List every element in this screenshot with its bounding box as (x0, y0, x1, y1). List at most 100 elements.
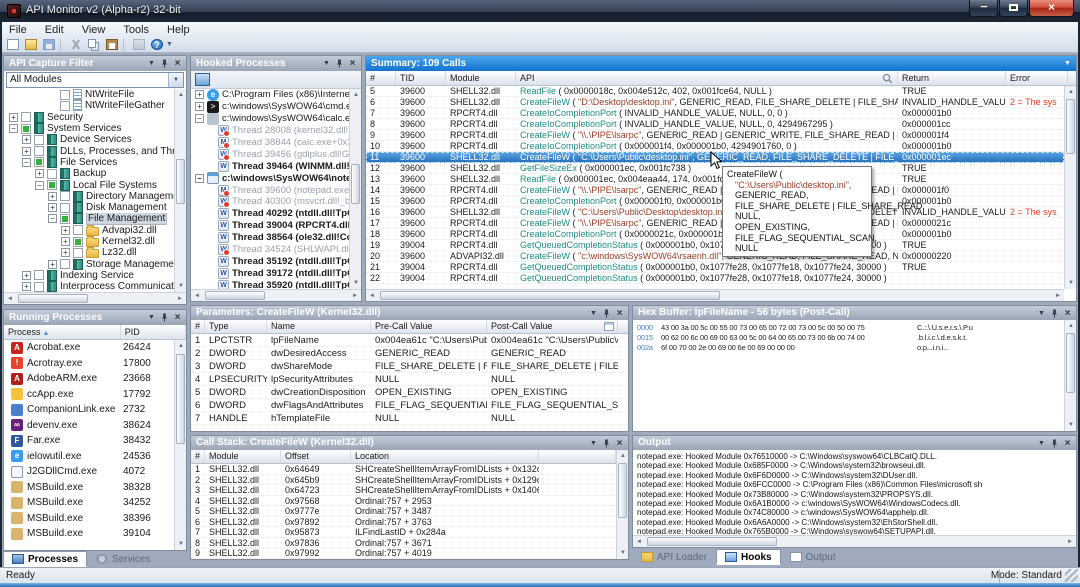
help-icon[interactable]: ? (148, 38, 166, 52)
expand-toggle-icon[interactable]: + (195, 102, 204, 112)
filter-checkbox[interactable] (34, 146, 44, 157)
expand-toggle-icon[interactable]: + (61, 248, 70, 258)
scrollbar[interactable]: ▲ ▼ (616, 450, 628, 559)
filter-tree-item[interactable]: − File Services (5, 156, 175, 168)
scrollbar-thumb[interactable] (618, 463, 627, 518)
expand-toggle-icon[interactable]: + (48, 259, 57, 269)
process-row[interactable]: MSBuild.exe 38396 (5, 511, 175, 527)
parameter-row[interactable]: 6 DWORD dwFlagsAndAttributes FILE_FLAG_SEQU… (191, 399, 628, 412)
resize-grip[interactable] (1065, 569, 1078, 582)
filter-tree-item[interactable]: + Kernel32.dll (5, 236, 175, 247)
scrollbar[interactable]: ◄ ► (191, 289, 361, 301)
scrollbar-thumb[interactable] (380, 291, 720, 300)
filter-tree-item[interactable]: + Directory Management (5, 190, 175, 202)
column-module[interactable]: Module (209, 451, 239, 461)
filter-tree-item[interactable]: + Lz32.dll (5, 247, 175, 259)
column-process[interactable]: Process (8, 327, 41, 337)
column-location[interactable]: Location (355, 451, 389, 461)
expand-toggle-icon[interactable]: + (195, 90, 204, 100)
scrollbar[interactable]: ▲ ▼ (1064, 86, 1076, 289)
filter-checkbox[interactable] (34, 281, 44, 292)
open-file-icon[interactable] (22, 38, 40, 52)
pin-icon[interactable] (158, 57, 171, 70)
close-icon[interactable]: × (171, 57, 184, 70)
expand-toggle-icon[interactable]: − (48, 214, 57, 224)
filter-checkbox[interactable] (60, 100, 70, 111)
scrollbar-thumb[interactable] (176, 159, 185, 204)
filter-checkbox[interactable] (21, 123, 31, 134)
filter-checkbox[interactable] (47, 180, 57, 191)
column-pid[interactable]: PID (125, 327, 140, 337)
parameter-row[interactable]: 4LPSECURITY_AT...lpSecurityAttributesNUL… (191, 373, 628, 386)
column-offset[interactable]: Offset (285, 451, 309, 461)
process-row[interactable]: F Far.exe 38432 (5, 433, 175, 449)
hooked-process-item[interactable]: WThread 39172 (ntdll.dll!TpCallbackM (192, 267, 350, 279)
chevron-down-icon[interactable]: ▼ (1035, 307, 1048, 320)
expand-toggle-icon[interactable]: + (22, 135, 31, 145)
column-tid[interactable]: TID (400, 73, 415, 83)
api-call-row[interactable]: 18 39600 RPCRT4.dll CreateIoCompletionPort … (366, 229, 1064, 240)
process-row[interactable]: J2GDllCmd.exe 4072 (5, 464, 175, 480)
expand-toggle-icon[interactable]: + (22, 270, 31, 280)
api-call-row[interactable]: 16 39600 SHELL32.dll CreateFileW ( "C:\User… (366, 207, 1064, 218)
expand-toggle-icon[interactable]: − (22, 157, 31, 167)
filter-checkbox[interactable] (34, 157, 44, 168)
filter-tree-item[interactable]: NtWriteFileGather (5, 100, 175, 112)
scrollbar[interactable]: ▲ ▼ (349, 89, 361, 289)
stack-frame-row[interactable]: 8 SHELL32.dll 0x97836 Ordinal:757 + 3671 (191, 538, 616, 548)
scrollbar[interactable]: ◄ ► (633, 535, 1076, 547)
scrollbar-thumb[interactable] (205, 291, 265, 300)
expand-toggle-icon[interactable]: + (22, 146, 31, 156)
hooked-process-item[interactable]: +>c:\windows\SysWOW64\cmd.exe (Term (192, 100, 350, 113)
hooked-process-item[interactable]: WThread 40292 (ntdll.dll!TpCallbackM (192, 208, 350, 220)
close-button[interactable]: × (1029, 0, 1074, 17)
stack-frame-row[interactable]: 3 SHELL32.dll 0x64723 SHCreateShellItemArra… (191, 485, 616, 496)
process-row[interactable]: A Acrobat.exe 26424 (5, 340, 175, 356)
hooked-process-item[interactable]: MThread 39600 (notepad.exe+0x31E (192, 184, 350, 197)
pin-icon[interactable] (1048, 307, 1061, 320)
column-error[interactable]: Error (1010, 73, 1030, 83)
scrollbar-thumb[interactable] (176, 354, 185, 444)
hooked-process-item[interactable]: MThread 38844 (calc.exe+0x3830B) (192, 137, 350, 149)
expand-toggle-icon[interactable]: + (35, 169, 44, 179)
column-pre-call-value[interactable]: Pre-Call Value (375, 321, 432, 331)
expand-toggle-icon[interactable]: + (61, 237, 70, 246)
process-row[interactable]: MSBuild.exe 34252 (5, 495, 175, 511)
print-icon[interactable] (130, 38, 148, 52)
expand-toggle-icon[interactable]: − (195, 114, 204, 124)
column-post-call-value[interactable]: Post-Call Value (491, 321, 552, 331)
hooked-process-item[interactable]: +eC:\Program Files (x86)\Internet Explor… (192, 89, 350, 101)
maximize-button[interactable] (999, 0, 1028, 17)
chevron-down-icon[interactable]: ▼ (587, 307, 600, 320)
close-icon[interactable]: × (1061, 307, 1074, 320)
column--[interactable]: # (195, 321, 200, 331)
filter-tree-item[interactable]: − Local File Systems (5, 179, 175, 191)
tab-processes[interactable]: Processes (3, 551, 88, 567)
pin-icon[interactable] (158, 311, 171, 324)
api-call-row[interactable]: 8 39600 RPCRT4.dll CreateIoCompletionPort (… (366, 119, 1064, 130)
api-call-row[interactable]: 21 39004 RPCRT4.dll GetQueuedCompletionStat… (366, 262, 1064, 273)
filter-checkbox[interactable] (73, 247, 83, 258)
api-call-row[interactable]: 6 39600 SHELL32.dll CreateFileW ( "D:\Deskt… (366, 97, 1064, 108)
pin-icon[interactable] (333, 57, 346, 70)
process-row[interactable]: ccApp.exe 17792 (5, 387, 175, 403)
expand-toggle-icon[interactable]: − (9, 124, 18, 134)
filter-tree-item[interactable]: + Storage Management (5, 258, 175, 270)
cut-icon[interactable] (67, 38, 85, 52)
scrollbar[interactable]: ◄ ► (4, 292, 186, 304)
filter-tree-item[interactable]: + Security (5, 111, 175, 123)
api-call-row[interactable]: 20 39600 ADVAPI32.dll CreateFileW ( "c:\win… (366, 251, 1064, 262)
stack-frame-row[interactable]: 1 SHELL32.dll 0x64649 SHCreateShellItemArra… (191, 464, 616, 475)
scrollbar[interactable]: ▲ ▼ (1064, 320, 1076, 431)
hooked-process-item[interactable]: WThread 39464 (WINMM.dll!timeEnd (192, 160, 350, 172)
process-row[interactable]: e ielowutil.exe 24536 (5, 449, 175, 465)
scrollbar-thumb[interactable] (18, 294, 88, 303)
filter-checkbox[interactable] (21, 112, 31, 123)
module-filter-select[interactable]: All Modules ▼ (6, 72, 184, 88)
close-icon[interactable]: × (171, 311, 184, 324)
hooked-process-item[interactable]: WThread 35192 (ntdll.dll!TpCallbackM (192, 255, 350, 267)
hooked-process-item[interactable]: WThread 38564 (ole32.dll!CoSetState (192, 232, 350, 244)
filter-checkbox[interactable] (47, 168, 57, 179)
close-icon[interactable]: × (613, 307, 626, 320)
stack-frame-row[interactable]: 7 SHELL32.dll 0x95873 ILFindLastID + 0x284a (191, 527, 616, 538)
